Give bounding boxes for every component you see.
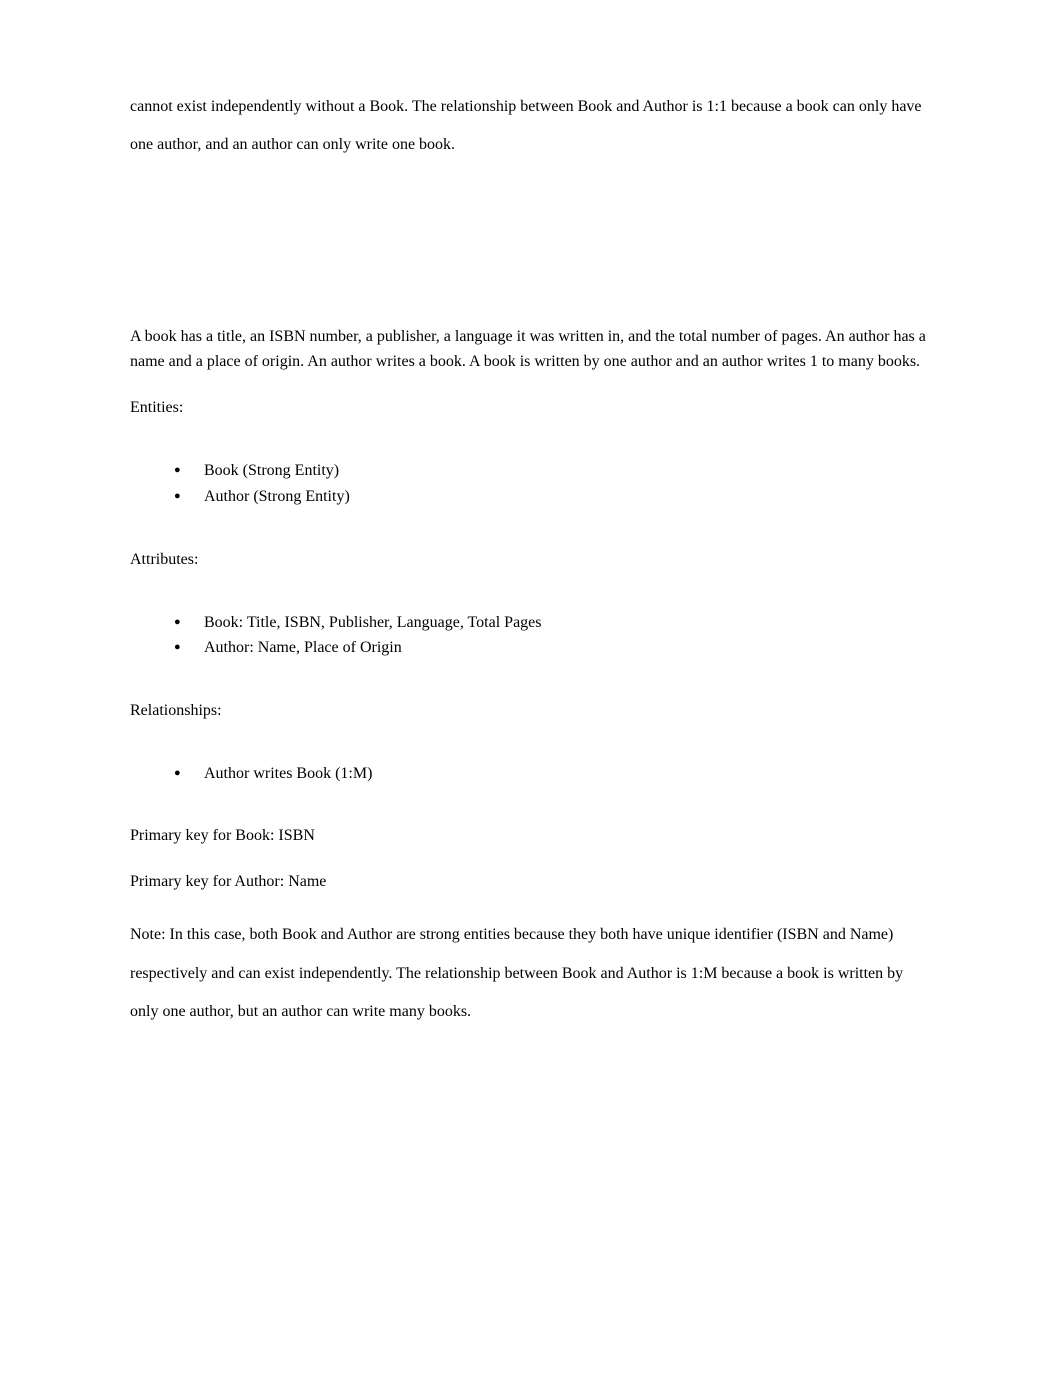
primary-key-author: Primary key for Author: Name (130, 870, 932, 894)
entities-list: Book (Strong Entity) Author (Strong Enti… (130, 458, 932, 509)
list-item: Book: Title, ISBN, Publisher, Language, … (174, 610, 932, 636)
primary-key-book: Primary key for Book: ISBN (130, 824, 932, 848)
relationships-list: Author writes Book (1:M) (130, 761, 932, 787)
relationships-heading: Relationships: (130, 699, 932, 723)
spacer (130, 572, 932, 610)
spacer (130, 420, 932, 458)
spacer (130, 374, 932, 396)
entities-heading: Entities: (130, 396, 932, 420)
attributes-heading: Attributes: (130, 548, 932, 572)
intro-paragraph: cannot exist independently without a Boo… (130, 88, 932, 165)
spacer (130, 894, 932, 916)
list-item: Author (Strong Entity) (174, 484, 932, 510)
spacer (130, 661, 932, 699)
spacer (130, 848, 932, 870)
list-item: Author writes Book (1:M) (174, 761, 932, 787)
scenario-paragraph: A book has a title, an ISBN number, a pu… (130, 325, 932, 375)
note-paragraph: Note: In this case, both Book and Author… (130, 916, 932, 1031)
spacer (130, 723, 932, 761)
spacer (130, 510, 932, 548)
list-item: Author: Name, Place of Origin (174, 635, 932, 661)
attributes-list: Book: Title, ISBN, Publisher, Language, … (130, 610, 932, 661)
list-item: Book (Strong Entity) (174, 458, 932, 484)
spacer (130, 165, 932, 325)
spacer (130, 786, 932, 824)
